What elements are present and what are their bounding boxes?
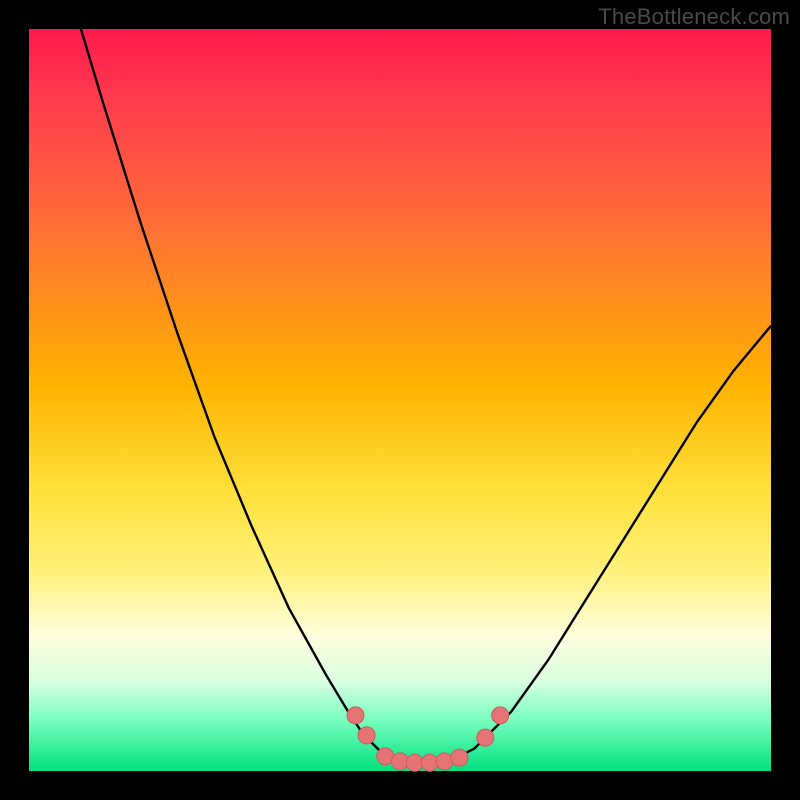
curve-marker xyxy=(358,727,375,744)
curve-marker xyxy=(436,753,453,770)
bottleneck-curve xyxy=(29,29,771,771)
plot-area xyxy=(29,29,771,771)
watermark-text: TheBottleneck.com xyxy=(598,4,790,30)
curve-markers xyxy=(347,707,509,771)
chart-frame: TheBottleneck.com xyxy=(0,0,800,800)
curve-marker xyxy=(492,707,509,724)
curve-line xyxy=(81,29,771,764)
curve-marker xyxy=(451,749,468,766)
curve-marker xyxy=(477,729,494,746)
curve-marker xyxy=(347,707,364,724)
